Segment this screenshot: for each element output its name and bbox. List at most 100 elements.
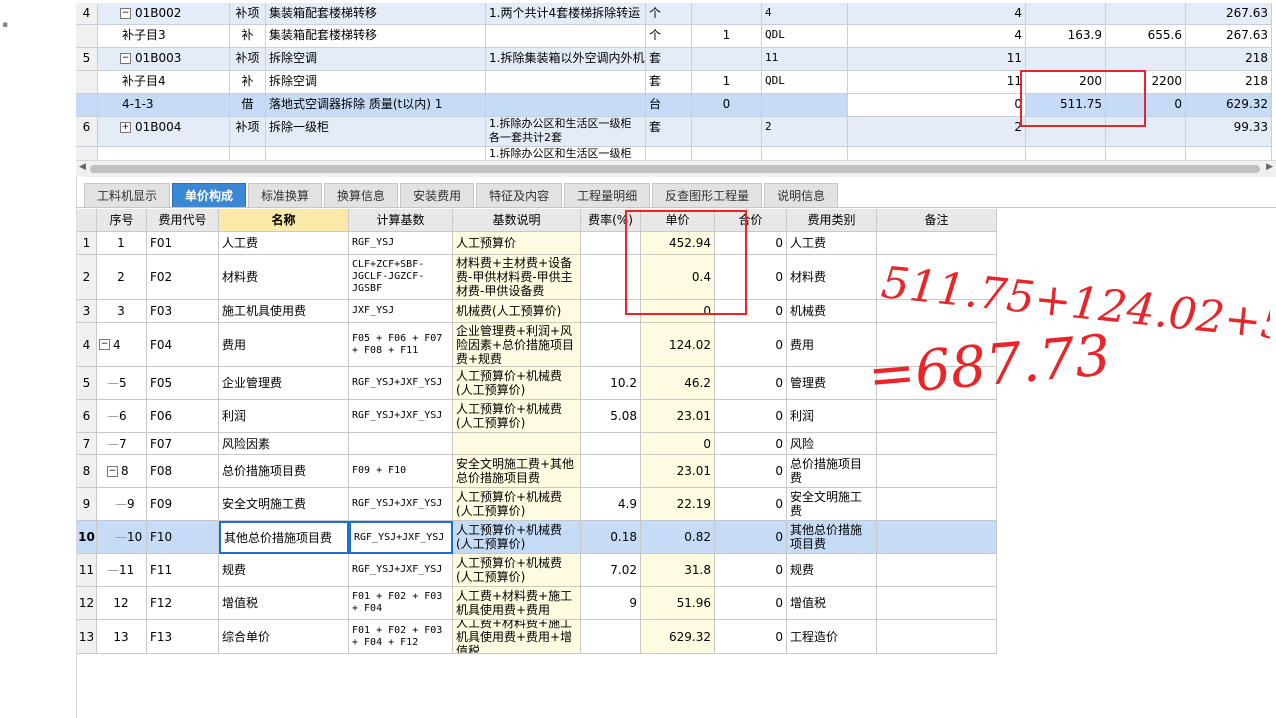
bill-cell-formula[interactable]: 4 (762, 3, 848, 25)
cell-code[interactable]: F07 (147, 433, 219, 455)
cell-code[interactable]: F01 (147, 232, 219, 255)
bill-cell-qty[interactable] (692, 3, 762, 25)
cell-price[interactable]: 629.32 (641, 620, 715, 654)
bill-cell-p2[interactable]: 655.6 (1106, 25, 1186, 48)
cell-desc[interactable]: 人工预算价+机械费(人工预算价) (453, 554, 581, 587)
bill-cell-formula[interactable]: 11 (762, 48, 848, 71)
cell-amount[interactable]: 0 (715, 255, 787, 300)
cell-seq[interactable]: 2 (97, 255, 147, 300)
bill-cell-code[interactable]: 补子目4 (98, 71, 230, 94)
bill-cell-p1[interactable] (1026, 3, 1106, 25)
bill-cell-no[interactable]: 6 (76, 117, 98, 147)
bill-cell-calc[interactable]: 11 (848, 48, 1026, 71)
composition-row[interactable]: 5— 5 F05 企业管理费 RGF_YSJ+JXF_YSJ 人工预算价+机械费(人工预… (77, 367, 997, 400)
cell-name[interactable]: 增值税 (219, 587, 349, 620)
bill-cell-name[interactable] (266, 147, 486, 160)
cell-base[interactable]: RGF_YSJ+JXF_YSJ (349, 554, 453, 587)
cell-price[interactable]: 31.8 (641, 554, 715, 587)
cell-note[interactable] (877, 455, 997, 488)
bill-cell-feature[interactable] (486, 71, 646, 94)
bill-cell-feature[interactable] (486, 94, 646, 117)
cell-price[interactable]: 23.01 (641, 400, 715, 433)
cell-rate[interactable] (581, 455, 641, 488)
header-note[interactable]: 备注 (877, 209, 997, 232)
bill-cell-feature[interactable]: 1.拆除集装箱以外空调内外机 (486, 48, 646, 71)
bill-cell-formula[interactable]: QDL (762, 71, 848, 94)
cell-amount[interactable]: 0 (715, 300, 787, 323)
bill-cell-total[interactable]: 267.63 (1186, 3, 1272, 25)
cell-cat[interactable]: 安全文明施工费 (787, 488, 877, 521)
cell-name[interactable]: 人工费 (219, 232, 349, 255)
bill-cell-type[interactable]: 补 (230, 25, 266, 48)
cell-desc[interactable]: 人工费+材料费+施工机具使用费+费用+增值税 (453, 620, 581, 654)
tab-3[interactable]: 标准换算 (248, 183, 323, 208)
cell-seq[interactable]: — 6 (97, 400, 147, 433)
composition-row[interactable]: 2 2 F02 材料费 CLF+ZCF+SBF-JGCLF-JGZCF-JGSBF 材料费… (77, 255, 997, 300)
composition-row[interactable]: 1 1 F01 人工费 RGF_YSJ 人工预算价 452.94 0 人工费 (77, 232, 997, 255)
bill-cell-qty[interactable]: 1 (692, 25, 762, 48)
bill-cell-qty[interactable] (692, 117, 762, 147)
header-price[interactable]: 单价 (641, 209, 715, 232)
cell-rate[interactable] (581, 300, 641, 323)
cell-seq[interactable]: −8 (97, 455, 147, 488)
bill-cell-code[interactable] (98, 147, 230, 160)
cell-seq[interactable]: 3 (97, 300, 147, 323)
cell-amount[interactable]: 0 (715, 521, 787, 554)
bill-cell-type[interactable]: 借 (230, 94, 266, 117)
cell-rate[interactable] (581, 255, 641, 300)
bill-cell-code[interactable]: −01B002 (98, 3, 230, 25)
cell-code[interactable]: F09 (147, 488, 219, 521)
cell-seq[interactable]: 12 (97, 587, 147, 620)
tab-4[interactable]: 换算信息 (324, 183, 399, 208)
scroll-left-icon[interactable]: ◀ (79, 162, 86, 172)
cell-cat[interactable]: 机械费 (787, 300, 877, 323)
cell-amount[interactable]: 0 (715, 455, 787, 488)
cell-desc[interactable]: 人工预算价+机械费(人工预算价) (453, 400, 581, 433)
bill-cell-name[interactable]: 拆除空调 (266, 71, 486, 94)
cell-desc[interactable]: 企业管理费+利润+风险因素+总价措施项目费+规费 (453, 323, 581, 367)
composition-row[interactable]: 12 12 F12 增值税 F01 + F02 + F03 + F04 人工费+材料费+施… (77, 587, 997, 620)
cell-note[interactable] (877, 367, 997, 400)
cell-base[interactable] (349, 433, 453, 455)
cell-price[interactable]: 0.82 (641, 521, 715, 554)
cell-amount[interactable]: 0 (715, 400, 787, 433)
cell-note[interactable] (877, 521, 997, 554)
cell-cat[interactable]: 增值税 (787, 587, 877, 620)
cell-desc[interactable]: 人工预算价+机械费(人工预算价) (453, 521, 581, 554)
cell-price[interactable]: 0 (641, 300, 715, 323)
cell-price[interactable]: 0 (641, 433, 715, 455)
bill-row[interactable]: 补子目3 补集装箱配套楼梯转移 个 1 QDL 4 163.9 655.6 267.63 (76, 25, 1276, 48)
bill-cell-name[interactable]: 集装箱配套楼梯转移 (266, 3, 486, 25)
bill-cell-p1[interactable] (1026, 117, 1106, 147)
cell-price[interactable]: 0.4 (641, 255, 715, 300)
cell-base[interactable]: F01 + F02 + F03 + F04 + F12 (349, 620, 453, 654)
cell-rate[interactable] (581, 323, 641, 367)
cell-code[interactable]: F12 (147, 587, 219, 620)
cell-name[interactable]: 材料费 (219, 255, 349, 300)
cell-cat[interactable]: 总价措施项目费 (787, 455, 877, 488)
bill-cell-p1[interactable]: 511.75 (1026, 94, 1106, 117)
cell-rate[interactable]: 7.02 (581, 554, 641, 587)
cell-rate[interactable]: 5.08 (581, 400, 641, 433)
header-name[interactable]: 名称 (219, 209, 349, 232)
expand-icon[interactable]: + (120, 122, 131, 133)
tab-7[interactable]: 工程量明细 (564, 183, 651, 208)
cell-base[interactable]: RGF_YSJ (349, 232, 453, 255)
tab-2[interactable]: 单价构成 (172, 183, 247, 208)
cell-code[interactable]: F02 (147, 255, 219, 300)
cell-note[interactable] (877, 323, 997, 367)
cell-seq[interactable]: — 10 (97, 521, 147, 554)
cell-desc[interactable]: 安全文明施工费+其他总价措施项目费 (453, 455, 581, 488)
cell-code[interactable]: F06 (147, 400, 219, 433)
collapse-icon[interactable]: − (120, 8, 131, 19)
bill-cell-code[interactable]: 补子目3 (98, 25, 230, 48)
composition-row[interactable]: 6— 6 F06 利润 RGF_YSJ+JXF_YSJ 人工预算价+机械费(人工预算价)… (77, 400, 997, 433)
cell-note[interactable] (877, 488, 997, 521)
cell-desc[interactable]: 材料费+主材费+设备费-甲供材料费-甲供主材费-甲供设备费 (453, 255, 581, 300)
cell-rate[interactable] (581, 433, 641, 455)
header-code[interactable]: 费用代号 (147, 209, 219, 232)
cell-note[interactable] (877, 255, 997, 300)
bill-cell-p1[interactable] (1026, 147, 1106, 160)
bill-row[interactable]: 6 +01B004 补项 拆除一级柜 1.拆除办公区和生活区一级柜各一套共计2套套 2 2 9… (76, 117, 1276, 147)
cell-base[interactable]: RGF_YSJ+JXF_YSJ (349, 488, 453, 521)
